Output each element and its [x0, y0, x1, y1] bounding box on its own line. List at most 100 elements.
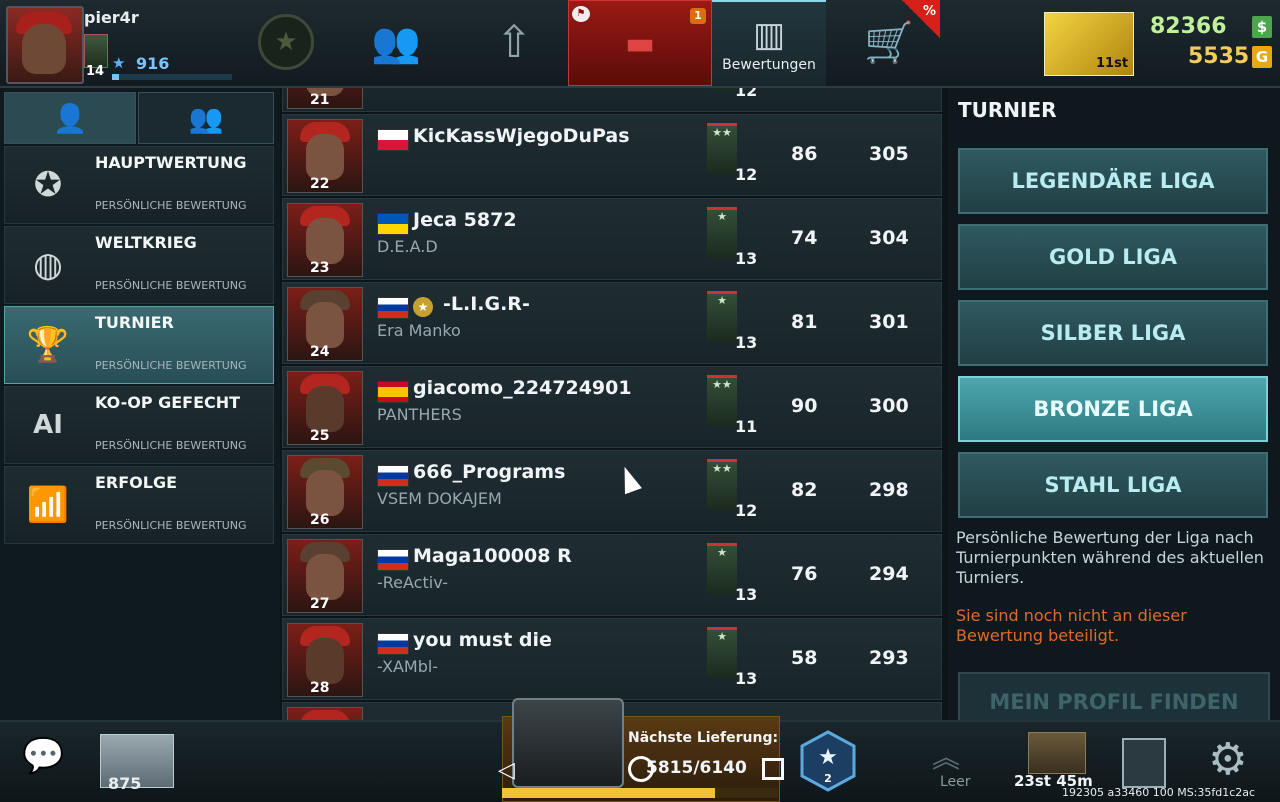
sidebar-item-label: KO-OP GEFECHT: [95, 393, 241, 412]
empty-label: Leer: [940, 774, 971, 790]
avatar: 25: [287, 371, 363, 445]
gold-rank-label: 11st: [1096, 56, 1129, 71]
ai-soldiers-icon: AI: [33, 410, 63, 440]
build-info: 192305 a33460 100 MS:35fd1c2ac: [1062, 786, 1256, 799]
svg-text:★: ★: [818, 745, 838, 770]
row-player-name: 666_Programs: [413, 461, 566, 483]
player-avatar[interactable]: [6, 6, 84, 84]
table-row[interactable]: 26 666_Programs VSEM DOKAJEM ★★ 12 82 29…: [282, 450, 942, 532]
chat-icon[interactable]: 💬: [22, 736, 64, 776]
rank-chevron-icon: ★★: [707, 123, 737, 174]
tab-personal[interactable]: 👤: [4, 92, 136, 144]
task-list-icon[interactable]: [1122, 738, 1166, 788]
trophy-icon: 🏆: [26, 325, 70, 365]
row-level: 13: [735, 585, 758, 604]
sidebar-item-turnier[interactable]: 🏆 TURNIER PERSÖNLICHE BEWERTUNG: [4, 306, 274, 384]
row-level: 11: [735, 417, 758, 436]
flag-poland-icon: [377, 129, 409, 151]
avatar: 23: [287, 203, 363, 277]
rank-chevron-icon: ★★: [707, 459, 737, 510]
sidebar-item-label: ERFOLGE: [95, 473, 178, 492]
row-clan-name: D.E.A.D: [377, 237, 438, 256]
row-clan-name: Era Manko: [377, 321, 461, 340]
sidebar-item-weltkrieg[interactable]: ◍ WELTKRIEG PERSÖNLICHE BEWERTUNG: [4, 226, 274, 304]
table-row[interactable]: 25 giacomo_224724901 PANTHERS ★★ 11 90 3…: [282, 366, 942, 448]
person-icon: 👤: [52, 101, 88, 135]
bar-chart-icon: 📶: [26, 485, 70, 525]
sidebar-item-erfolge[interactable]: 📶 ERFOLGE PERSÖNLICHE BEWERTUNG: [4, 466, 274, 544]
podium-icon: ▥: [752, 15, 786, 55]
next-delivery-label: Nächste Lieferung:: [628, 730, 779, 746]
people-icon: 👥: [371, 19, 421, 66]
supply-crate-icon: [512, 698, 624, 788]
tab-upgrade[interactable]: ⇧: [474, 0, 554, 84]
row-points: 298: [869, 479, 909, 501]
row-player-name: giacomo_224724901: [413, 377, 632, 399]
league-bronze-button[interactable]: BRONZE LIGA: [958, 376, 1268, 442]
row-player-name: Maga100008 R: [413, 545, 572, 567]
tab-ratings[interactable]: ▥ Bewertungen: [712, 0, 826, 86]
nav-back-icon[interactable]: ◁: [498, 758, 515, 783]
star-level-badge[interactable]: ★ 2: [800, 730, 856, 792]
nav-home-icon[interactable]: [628, 756, 654, 782]
avatar: 22: [287, 119, 363, 193]
row-level: 12: [735, 165, 758, 184]
leaderboard-list[interactable]: 21 ★★ 12 22 KicKassWjegoDuPas ★★ 12 86 3…: [282, 88, 942, 720]
avatar: 27: [287, 539, 363, 613]
sidebar: 👤 👥 ✪ HAUPTWERTUNG PERSÖNLICHE BEWERTUNG…: [0, 88, 280, 720]
league-gold-button[interactable]: GOLD LIGA: [958, 224, 1268, 290]
table-row[interactable]: 23 Jeca 5872 D.E.A.D ★ 13 74 304: [282, 198, 942, 280]
sidebar-item-label: WELTKRIEG: [95, 233, 197, 252]
gear-icon[interactable]: ⚙: [1208, 734, 1247, 785]
chevron-up-icon[interactable]: ︽: [932, 736, 960, 776]
sidebar-item-hauptwertung[interactable]: ✪ HAUPTWERTUNG PERSÖNLICHE BEWERTUNG: [4, 146, 274, 224]
league-silver-button[interactable]: SILBER LIGA: [958, 300, 1268, 366]
rank-badge-icon: [84, 34, 108, 68]
row-value: 81: [791, 311, 818, 333]
row-player-name: KicKassWjegoDuPas: [413, 125, 630, 147]
table-row[interactable]: 24 ★ -L.I.G.R- Era Manko ★ 13 81 301: [282, 282, 942, 364]
star-emblem-icon: ★: [258, 14, 314, 70]
gold-coin-icon[interactable]: G: [1252, 46, 1272, 68]
tab-ratings-label: Bewertungen: [722, 57, 816, 73]
row-points: 301: [869, 311, 909, 333]
league-steel-button[interactable]: STAHL LIGA: [958, 452, 1268, 518]
sidebar-item-koop[interactable]: AI KO-OP GEFECHT PERSÖNLICHE BEWERTUNG: [4, 386, 274, 464]
table-row[interactable]: 27 Maga100008 R -ReActiv- ★ 13 76 294: [282, 534, 942, 616]
row-value: 74: [791, 227, 818, 249]
row-clan-name: PANTHERS: [377, 405, 462, 424]
rank-chevron-icon: ★★: [707, 375, 737, 426]
rank-chevron-icon: ★: [707, 207, 737, 258]
table-row[interactable]: 28 you must die -XAMbl- ★ 13 58 293: [282, 618, 942, 700]
row-level: 12: [735, 88, 758, 100]
row-level: 13: [735, 333, 758, 352]
league-legendary-button[interactable]: LEGENDÄRE LIGA: [958, 148, 1268, 214]
player-level: 14: [86, 64, 105, 79]
row-value: 86: [791, 143, 818, 165]
dollar-icon[interactable]: $: [1252, 16, 1272, 38]
gold-amount: 5535: [1188, 44, 1250, 69]
nav-recent-icon[interactable]: [762, 758, 784, 780]
table-row[interactable]: 21 ★★ 12: [282, 88, 942, 112]
row-value: 58: [791, 647, 818, 669]
sidebar-item-label: HAUPTWERTUNG: [95, 153, 247, 172]
league-description: Persönliche Bewertung der Liga nach Turn…: [956, 528, 1264, 587]
treasure-chest-icon[interactable]: [1028, 732, 1086, 774]
row-level: 13: [735, 669, 758, 688]
sidebar-item-sublabel: PERSÖNLICHE BEWERTUNG: [95, 199, 247, 212]
row-value: 76: [791, 563, 818, 585]
clan-emblem-button[interactable]: ★: [258, 0, 314, 84]
row-player-name: -L.I.G.R-: [443, 293, 530, 315]
laurel-stars-icon: ✪: [33, 165, 63, 205]
table-row[interactable]: 22 KicKassWjegoDuPas ★★ 12 86 305: [282, 114, 942, 196]
avatar: [287, 707, 363, 720]
sidebar-item-sublabel: PERSÖNLICHE BEWERTUNG: [95, 359, 247, 372]
tab-friends[interactable]: 👥: [360, 0, 432, 84]
box-count: 875: [108, 774, 142, 793]
tab-clan[interactable]: 👥: [138, 92, 274, 144]
upgrade-arrow-icon: ⇧: [495, 16, 533, 68]
row-player-name: you must die: [413, 629, 552, 651]
sale-badge: %: [902, 0, 940, 38]
participation-warning: Sie sind noch nicht an dieser Bewertung …: [956, 606, 1187, 645]
flag-icon: ⚑: [572, 6, 590, 22]
